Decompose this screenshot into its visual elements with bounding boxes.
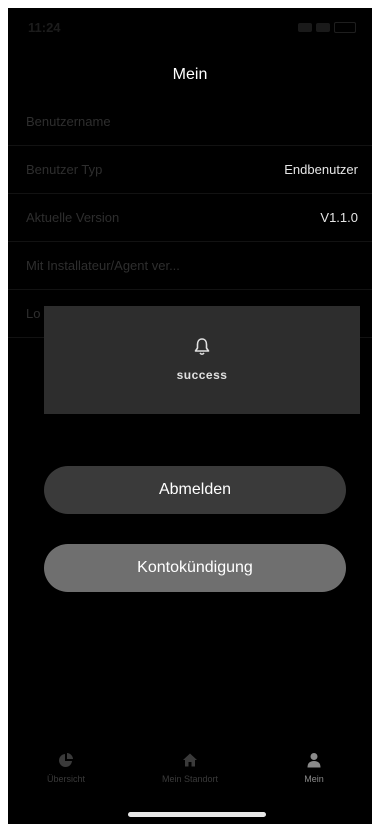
logout-button[interactable]: Abmelden [44,466,346,514]
row-value: Endbenutzer [284,162,358,177]
home-icon [183,753,197,767]
row-user-type[interactable]: Benutzer Typ Endbenutzer [8,146,372,194]
page-title: Mein [172,66,208,83]
row-current-version[interactable]: Aktuelle Version V1.1.0 [8,194,372,242]
row-label: Benutzername [26,114,111,129]
delete-account-button[interactable]: Kontokündigung [44,544,346,592]
row-label: Benutzer Typ [26,162,103,177]
person-icon [307,753,321,768]
tab-overview[interactable]: Übersicht [18,746,114,798]
row-username[interactable]: Benutzername [8,98,372,146]
toast-message: success [176,368,228,382]
row-label: Mit Installateur/Agent ver... [26,258,180,273]
row-connect-installer[interactable]: Mit Installateur/Agent ver... [8,242,372,290]
wifi-icon [316,23,330,32]
app-screen: 11:24 Mein Benutzername Benutzer Typ End… [8,8,372,824]
bell-icon [194,338,210,356]
status-time: 11:24 [28,20,61,35]
tab-label: Mein [304,774,324,784]
status-icons [298,22,356,33]
tab-my-location[interactable]: Mein Standort [142,746,238,798]
battery-icon [334,22,356,33]
tab-mine[interactable]: Mein [266,746,362,798]
status-bar: 11:24 [8,8,372,48]
tab-label: Mein Standort [161,774,219,784]
row-label: Aktuelle Version [26,210,120,225]
signal-icon [298,23,312,32]
success-toast: success [44,306,360,414]
home-indicator [128,812,266,817]
row-label: Lo [26,306,41,321]
tab-bar: Übersicht Mein Standort Mein [8,746,372,798]
tab-label: Übersicht [46,774,85,784]
profile-list: Benutzername Benutzer Typ Endbenutzer Ak… [8,98,372,338]
row-value: V1.1.0 [320,210,358,225]
pie-chart-icon [59,753,73,767]
